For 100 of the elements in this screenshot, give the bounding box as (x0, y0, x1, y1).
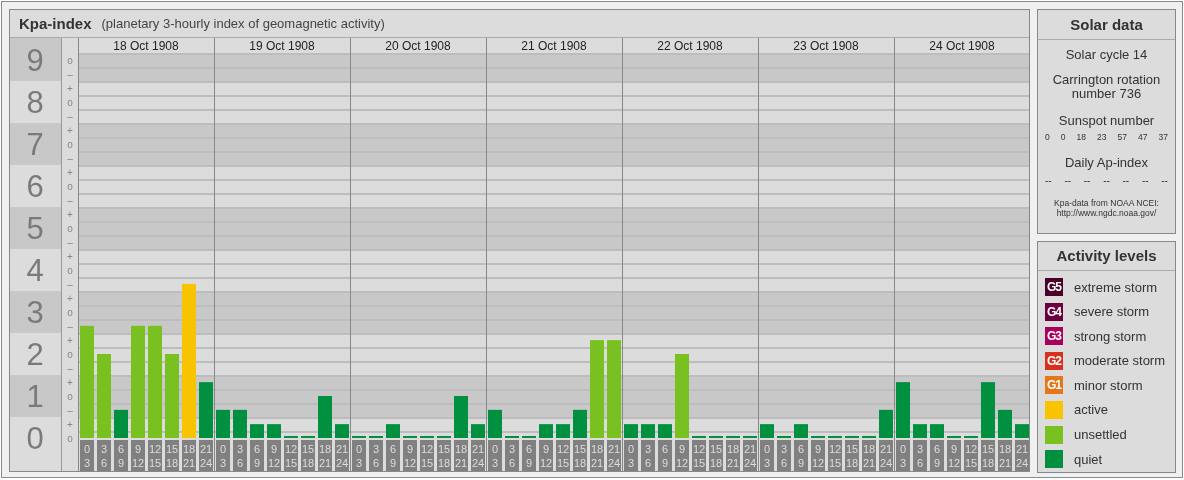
date-label: 19 Oct 1908 (249, 39, 315, 53)
tick-label: + (67, 124, 73, 136)
ap-value: -- (1122, 175, 1130, 186)
axis-label: 9 (26, 42, 44, 78)
time-label: 12 15 (420, 440, 434, 471)
axis-label: 2 (26, 336, 44, 372)
level-badge: G1 (1045, 376, 1063, 395)
time-label: 6 9 (386, 440, 400, 471)
tick-label: + (67, 418, 73, 430)
tick-label: + (67, 334, 73, 346)
level-badge: G3 (1045, 327, 1063, 346)
date-label: 20 Oct 1908 (385, 39, 451, 53)
date-label: 18 Oct 1908 (113, 39, 179, 53)
time-label: 9 12 (675, 440, 689, 471)
tick-label: – (67, 236, 73, 248)
tick-label: o (67, 222, 73, 234)
ap-value: -- (1064, 175, 1072, 186)
time-label: 21 24 (199, 440, 213, 471)
solar-cycle: Solar cycle 14 (1064, 48, 1149, 62)
time-label: 15 18 (437, 440, 451, 471)
tick-label: o (67, 390, 73, 402)
time-label: 3 6 (641, 440, 655, 471)
tick-label: – (67, 278, 73, 290)
tick-label: o (67, 432, 73, 444)
time-label: 21 24 (743, 440, 757, 471)
source-url: http://www.ngdc.noaa.gov/ (1055, 208, 1158, 218)
axis-label: 7 (26, 126, 44, 162)
axis-label: 8 (26, 84, 44, 120)
time-label: 18 21 (590, 440, 604, 471)
axis-label: 1 (26, 378, 44, 414)
time-label: 9 12 (267, 440, 281, 471)
time-label: 12 15 (828, 440, 842, 471)
level-badge: G4 (1045, 302, 1063, 321)
level-label: moderate storm (1074, 353, 1166, 369)
time-label: 9 12 (539, 440, 553, 471)
ap-index-label: Daily Ap-index (1063, 156, 1150, 170)
time-label: 21 24 (607, 440, 621, 471)
time-label: 15 18 (709, 440, 723, 471)
level-label: minor storm (1074, 377, 1143, 393)
time-label: 3 6 (777, 440, 791, 471)
tick-label: o (67, 306, 73, 318)
panel-title: Kpa-index (19, 15, 92, 32)
tick-label: + (67, 376, 73, 388)
tick-label: – (67, 404, 73, 416)
level-label: strong storm (1074, 328, 1147, 344)
date-label: 23 Oct 1908 (793, 39, 859, 53)
time-label: 3 6 (369, 440, 383, 471)
time-label: 21 24 (335, 440, 349, 471)
tick-label: + (67, 166, 73, 178)
tick-label: – (67, 194, 73, 206)
time-label: 18 21 (182, 440, 196, 471)
time-label: 6 9 (930, 440, 944, 471)
sunspot-value: 47 (1138, 132, 1148, 142)
tick-label: – (67, 110, 73, 122)
time-label: 3 6 (97, 440, 111, 471)
time-label: 12 15 (556, 440, 570, 471)
time-label: 21 24 (879, 440, 893, 471)
sunspot-value: 0 (1060, 132, 1066, 142)
level-badge: G5 (1045, 278, 1063, 296)
time-label: 0 3 (624, 440, 638, 471)
time-label: 18 21 (862, 440, 876, 471)
time-label: 18 21 (318, 440, 332, 471)
date-label: 22 Oct 1908 (657, 39, 723, 53)
ap-value: -- (1141, 175, 1149, 186)
axis-label: 0 (26, 420, 44, 456)
axis-label: 5 (26, 210, 44, 246)
time-label: 21 24 (1015, 440, 1029, 471)
time-label: 0 3 (352, 440, 366, 471)
time-label: 6 9 (658, 440, 672, 471)
time-label: 9 12 (811, 440, 825, 471)
time-label: 18 21 (726, 440, 740, 471)
time-label: 3 6 (913, 440, 927, 471)
tick-label: + (67, 292, 73, 304)
axis-label: 4 (26, 252, 44, 288)
tick-label: + (67, 250, 73, 262)
time-label: 21 24 (471, 440, 485, 471)
sunspot-value: 57 (1117, 132, 1127, 142)
sunspot-value: 0 (1045, 132, 1050, 142)
tick-label: – (67, 362, 73, 374)
time-label: 0 3 (760, 440, 774, 471)
time-label: 3 6 (233, 440, 247, 471)
time-label: 15 18 (981, 440, 995, 471)
tick-label: – (67, 152, 73, 164)
time-label: 18 21 (454, 440, 468, 471)
axis-label: 3 (26, 294, 44, 330)
time-label: 9 12 (131, 440, 145, 471)
time-label: 0 3 (896, 440, 910, 471)
tick-label: + (67, 208, 73, 220)
tick-label: – (67, 320, 73, 332)
tick-label: o (67, 348, 73, 360)
panel-subtitle: (planetary 3-hourly index of geomagnetic activity) (101, 16, 385, 31)
time-label: 12 15 (284, 440, 298, 471)
tick-label: o (67, 54, 73, 66)
time-label: 0 3 (80, 440, 94, 471)
time-label: 15 18 (845, 440, 859, 471)
time-label: 6 9 (522, 440, 536, 471)
tick-label: o (67, 96, 73, 108)
time-label: 6 9 (794, 440, 808, 471)
ap-value: -- (1045, 175, 1052, 186)
sunspot-value: 18 (1076, 132, 1086, 142)
